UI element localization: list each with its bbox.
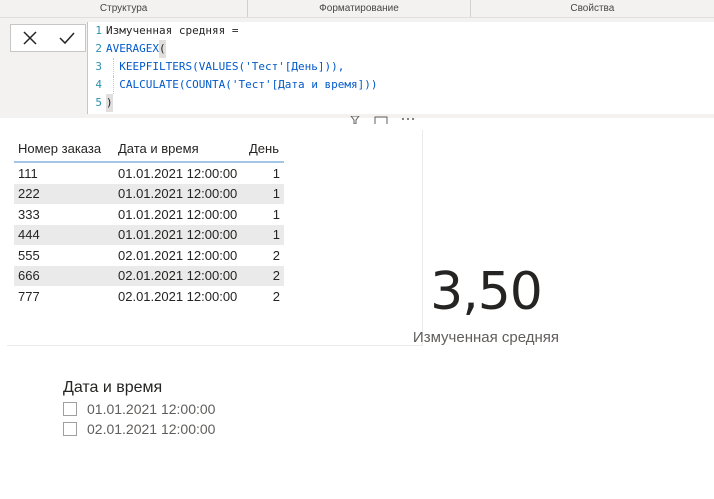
close-icon — [22, 31, 37, 45]
cell-datetime: 02.01.2021 12:00:00 — [118, 247, 238, 263]
visual-header-icons — [346, 116, 416, 126]
filter-icon[interactable] — [350, 116, 360, 124]
cell-datetime: 02.01.2021 12:00:00 — [114, 265, 243, 286]
checkbox[interactable] — [63, 402, 77, 416]
formula-bar-buttons — [10, 24, 86, 52]
checkmark-icon — [58, 32, 75, 45]
commit-formula-button[interactable] — [48, 25, 85, 51]
ribbon-group-properties: Свойства — [570, 3, 615, 14]
cell-day: 1 — [243, 183, 284, 204]
cell-day: 2 — [272, 247, 280, 263]
table-row[interactable]: 444 01.01.2021 12:00:00 1 — [14, 224, 284, 245]
cell-datetime: 02.01.2021 12:00:00 — [118, 288, 238, 304]
measure-definition: Измученная средняя = — [106, 24, 239, 37]
formula-bar: 1 Измученная средняя = 2 AVERAGEX( 3 KEE… — [0, 18, 714, 118]
more-options-icon[interactable] — [401, 116, 415, 124]
column-header-datetime[interactable]: Дата и время — [114, 136, 243, 163]
cancel-formula-button[interactable] — [11, 25, 48, 51]
code-line: 1 Измученная средняя = — [88, 22, 714, 40]
checkbox[interactable] — [63, 422, 77, 436]
dax-formula-editor[interactable]: 1 Измученная средняя = 2 AVERAGEX( 3 KEE… — [87, 22, 714, 114]
table-row[interactable]: 111 01.01.2021 12:00:00 1 — [14, 162, 284, 184]
cell-day: 1 — [243, 224, 284, 245]
function-name: AVERAGEX — [106, 42, 159, 55]
focus-mode-icon[interactable] — [374, 116, 388, 124]
indent-guide — [113, 76, 114, 94]
cell-day: 2 — [243, 265, 284, 286]
table-visual[interactable]: Номер заказа Дата и время День 111 01.01… — [7, 130, 423, 346]
cell-datetime: 01.01.2021 12:00:00 — [114, 183, 243, 204]
code-line: 2 AVERAGEX( — [88, 40, 714, 58]
code-line: 4 CALCULATE(COUNTA('Тест'[Дата и время])… — [88, 76, 714, 94]
cell-order-number: 222 — [14, 183, 114, 204]
line-number: 5 — [95, 96, 102, 109]
card-value[interactable]: 3,50 — [386, 262, 586, 322]
ribbon-group-labels: Структура Форматирование Свойства — [0, 0, 714, 18]
ribbon-group-structure: Структура — [0, 0, 249, 17]
table-row[interactable]: 555 02.01.2021 12:00:00 2 — [14, 245, 284, 266]
slicer-item[interactable]: 02.01.2021 12:00:00 — [63, 419, 215, 439]
close-paren: ) — [106, 94, 113, 112]
cell-order-number: 111 — [18, 165, 38, 181]
slicer-item-label: 02.01.2021 12:00:00 — [87, 421, 216, 437]
cell-order-number: 333 — [18, 206, 40, 222]
table-row[interactable]: 666 02.01.2021 12:00:00 2 — [14, 265, 284, 286]
code-line: 5 ) — [88, 94, 714, 112]
table-header-row: Номер заказа Дата и время День — [14, 136, 284, 163]
column-header-day[interactable]: День — [243, 136, 284, 163]
table-row[interactable]: 777 02.01.2021 12:00:00 2 — [14, 286, 284, 307]
cell-datetime: 01.01.2021 12:00:00 — [118, 206, 238, 222]
table-row[interactable]: 333 01.01.2021 12:00:00 1 — [14, 204, 284, 225]
column-header-order-number[interactable]: Номер заказа — [14, 136, 114, 163]
datetime-slicer: Дата и время 01.01.2021 12:00:00 02.01.2… — [63, 377, 215, 439]
cell-order-number: 666 — [14, 265, 114, 286]
table-row[interactable]: 222 01.01.2021 12:00:00 1 — [14, 183, 284, 204]
cell-datetime: 01.01.2021 12:00:00 — [118, 165, 238, 181]
line-number: 1 — [95, 24, 102, 37]
data-table: Номер заказа Дата и время День 111 01.01… — [14, 136, 284, 307]
cell-day: 2 — [272, 288, 280, 304]
open-paren: ( — [158, 40, 166, 58]
slicer-item[interactable]: 01.01.2021 12:00:00 — [63, 399, 215, 419]
line-number: 2 — [95, 42, 102, 55]
code-text: KEEPFILTERS(VALUES('Тест'[День])), — [106, 60, 345, 73]
indent-guide — [113, 58, 114, 76]
slicer-item-label: 01.01.2021 12:00:00 — [87, 401, 216, 417]
slicer-title: Дата и время — [63, 379, 163, 396]
cell-order-number-selected: 444 — [14, 224, 114, 245]
line-number: 3 — [95, 60, 102, 73]
cell-order-number: 777 — [18, 288, 40, 304]
cell-order-number: 555 — [18, 247, 40, 263]
cell-day: 1 — [272, 165, 280, 181]
cell-datetime: 01.01.2021 12:00:00 — [114, 224, 243, 245]
ribbon-group-formatting: Форматирование — [248, 0, 471, 17]
card-label: Измученная средняя — [412, 329, 560, 346]
cell-day: 1 — [272, 206, 280, 222]
code-line: 3 KEEPFILTERS(VALUES('Тест'[День])), — [88, 58, 714, 76]
code-text: CALCULATE(COUNTA('Тест'[Дата и время])) — [106, 78, 378, 91]
line-number: 4 — [95, 78, 102, 91]
